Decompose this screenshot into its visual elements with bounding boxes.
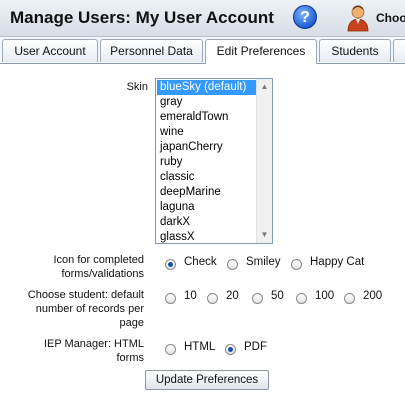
records-radio-10[interactable] bbox=[165, 293, 176, 304]
icon-option-happy-cat-label: Happy Cat bbox=[310, 256, 365, 268]
tab-personnel-data[interactable]: Personnel Data bbox=[100, 39, 203, 62]
tab-user-account[interactable]: User Account bbox=[2, 39, 98, 62]
icon-radio-happy-cat[interactable] bbox=[291, 259, 302, 270]
records-radio-200[interactable] bbox=[344, 293, 355, 304]
skin-label: Skin bbox=[126, 81, 148, 93]
icon-setting-label: Icon for completed forms/validations bbox=[53, 254, 145, 280]
icon-radio-check[interactable] bbox=[165, 259, 176, 270]
skin-option-ruby[interactable]: ruby bbox=[157, 155, 257, 170]
skin-option-classic[interactable]: classic bbox=[157, 170, 257, 185]
skin-option-wine[interactable]: wine bbox=[157, 125, 257, 140]
iep-radio-html[interactable] bbox=[165, 344, 176, 355]
tab-edit-preferences[interactable]: Edit Preferences bbox=[205, 39, 317, 64]
records-option-100-label: 100 bbox=[315, 290, 335, 302]
records-radio-100[interactable] bbox=[296, 293, 307, 304]
skin-option-laguna[interactable]: laguna bbox=[157, 200, 257, 215]
skin-option-bluesky[interactable]: blueSky (default) bbox=[157, 80, 257, 95]
icon-option-smiley-label: Smiley bbox=[246, 256, 281, 268]
tab-overflow[interactable] bbox=[393, 39, 405, 62]
help-icon[interactable]: ? bbox=[293, 5, 317, 29]
skin-option-glassx[interactable]: glassX bbox=[157, 230, 257, 243]
scroll-down-icon[interactable]: ▼ bbox=[257, 228, 272, 242]
page-title: Manage Users: My User Account bbox=[10, 8, 274, 27]
iep-option-pdf-label: PDF bbox=[244, 341, 267, 353]
records-option-20-label: 20 bbox=[226, 290, 239, 302]
records-option-50-label: 50 bbox=[271, 290, 284, 302]
skin-option-deepmarine[interactable]: deepMarine bbox=[157, 185, 257, 200]
skin-options: blueSky (default) gray emeraldTown wine … bbox=[156, 79, 257, 243]
icon-radio-smiley[interactable] bbox=[227, 259, 238, 270]
records-radio-50[interactable] bbox=[252, 293, 263, 304]
user-name: Choo bbox=[376, 11, 405, 25]
iep-radio-pdf[interactable] bbox=[225, 344, 236, 355]
skin-listbox[interactable]: blueSky (default) gray emeraldTown wine … bbox=[155, 78, 273, 244]
tab-bar: User Account Personnel Data Edit Prefere… bbox=[0, 37, 405, 64]
scroll-up-icon[interactable]: ▲ bbox=[257, 80, 272, 94]
records-option-10-label: 10 bbox=[184, 290, 197, 302]
skin-option-japancherry[interactable]: japanCherry bbox=[157, 140, 257, 155]
records-option-200-label: 200 bbox=[363, 290, 383, 302]
icon-option-check-label: Check bbox=[184, 256, 217, 268]
iep-option-html-label: HTML bbox=[184, 341, 216, 353]
skin-option-emeraldtown[interactable]: emeraldTown bbox=[157, 110, 257, 125]
records-setting-label: Choose student: default number of record… bbox=[27, 289, 144, 329]
skin-option-darkx[interactable]: darkX bbox=[157, 215, 257, 230]
records-radio-20[interactable] bbox=[207, 293, 218, 304]
tab-students[interactable]: Students bbox=[319, 39, 391, 62]
skin-option-gray[interactable]: gray bbox=[157, 95, 257, 110]
update-preferences-button[interactable]: Update Preferences bbox=[145, 370, 269, 390]
header: Manage Users: My User Account ? Choo bbox=[0, 0, 405, 37]
user-avatar-icon[interactable] bbox=[346, 4, 370, 32]
iep-setting-label: IEP Manager: HTML forms bbox=[43, 338, 144, 364]
skin-scrollbar[interactable]: ▲ ▼ bbox=[256, 79, 272, 243]
